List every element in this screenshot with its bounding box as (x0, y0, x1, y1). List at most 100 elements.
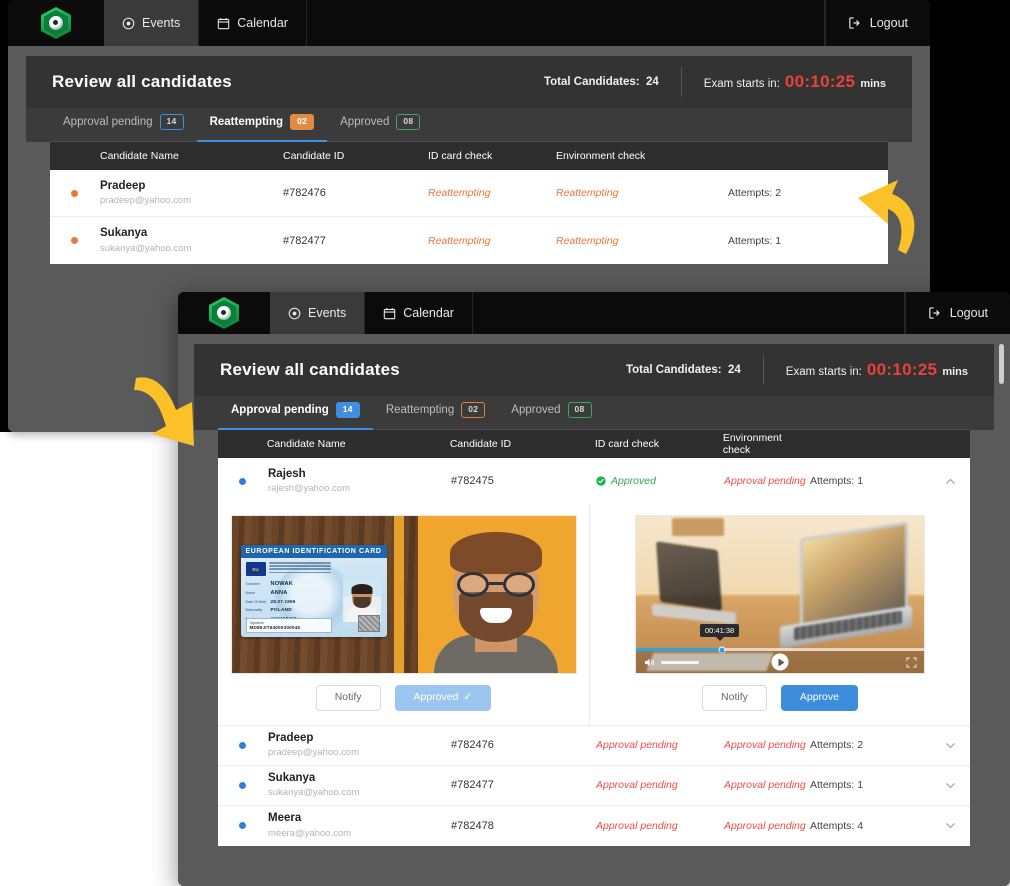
candidate-name-cell: Sukanya sukanya@yahoo.com (98, 226, 283, 255)
front-page-body: Review all candidates Total Candidates: … (178, 334, 1010, 886)
total-candidates: Total Candidates: 24 (544, 76, 681, 88)
back-table-header: Candidate Name Candidate ID ID card chec… (50, 142, 888, 170)
table-row[interactable]: Rajesh rajesh@yahoo.com #782475 Approved (218, 458, 970, 504)
tab-reattempting[interactable]: Reattempting 02 (373, 396, 498, 430)
candidate-email: rajesh@yahoo.com (268, 483, 350, 495)
back-content-card: Review all candidates Total Candidates: … (26, 56, 912, 264)
page-scrollbar[interactable] (999, 342, 1004, 886)
table-row[interactable]: Pradeep pradeep@yahoo.com #782476 Reatte… (50, 170, 888, 217)
status-dot-icon (238, 822, 246, 830)
front-header-bar: Review all candidates Total Candidates: … (194, 344, 994, 396)
table-row[interactable]: Sukanya sukanya@yahoo.com #782477 Approv… (218, 765, 970, 806)
id-card-signature: Signature MD86JIT64000300045 (245, 618, 332, 633)
volume-slider[interactable] (661, 660, 699, 664)
tab-reattempting[interactable]: Reattempting 02 (196, 108, 328, 142)
candidate-email: sukanya@yahoo.com (100, 242, 192, 254)
id-card-status: Reattempting (428, 187, 491, 199)
candidate-id: #782475 (451, 475, 494, 487)
play-icon[interactable] (771, 653, 789, 671)
id-card-status: Approval pending (596, 779, 678, 792)
tab-approved-badge: 08 (396, 114, 421, 130)
id-card-artwork: EUROPEAN IDENTIFICATION CARD EU Surname N… (240, 545, 387, 637)
video-controls (636, 651, 924, 673)
environment-status: Approval pending (724, 739, 806, 752)
environment-status: Reattempting (556, 234, 619, 247)
notify-button-environment-label: Notify (721, 691, 748, 703)
tab-approval-pending-badge: 14 (335, 402, 360, 418)
id-card-field: Nationality POLAND (246, 608, 332, 613)
navbar-spacer (307, 0, 825, 46)
screenshot-stage: Events Calendar Logout Review all candid… (0, 0, 1010, 886)
environment-status: Approval pending (724, 819, 806, 832)
scrollbar-thumb[interactable] (999, 344, 1004, 384)
check-circle-icon (596, 476, 606, 486)
expand-row-button[interactable] (930, 779, 970, 792)
id-card-actions: Notify Approved ✓ (315, 685, 492, 711)
total-candidates-label: Total Candidates: (625, 364, 722, 376)
id-card-signature-value: MD86JIT64000300045 (249, 624, 301, 630)
id-card-field-key: Nationality (245, 607, 263, 612)
hex-eye-logo-icon (209, 297, 239, 329)
id-card-images[interactable]: EUROPEAN IDENTIFICATION CARD EU Surname N… (231, 516, 576, 673)
tab-reattempting-badge: 02 (461, 402, 486, 418)
exam-timer-unit: mins (942, 366, 968, 378)
app-logo[interactable] (178, 292, 270, 334)
id-card-photo: EUROPEAN IDENTIFICATION CARD EU Surname N… (231, 516, 404, 673)
candidate-name: Pradeep (100, 179, 146, 192)
volume-icon[interactable] (643, 656, 656, 669)
nav-tab-events[interactable]: Events (270, 292, 366, 334)
candidate-name: Rajesh (268, 467, 306, 480)
id-card-subtext (268, 562, 331, 575)
environment-status: Approval pending (724, 779, 806, 792)
approve-button-environment[interactable]: Approve (780, 685, 858, 711)
back-tabs: Approval pending 14 Reattempting 02 Appr… (26, 108, 912, 142)
front-navbar: Events Calendar Logout (178, 292, 1010, 334)
eu-flag-label: EU (252, 566, 259, 572)
nav-tab-events[interactable]: Events (104, 0, 200, 46)
back-candidates-table: Candidate Name Candidate ID ID card chec… (50, 142, 888, 264)
tab-approved[interactable]: Approved 08 (498, 396, 604, 430)
exam-timer: Exam starts in: 00:10:25 mins (682, 72, 886, 92)
attempts-count: Attempts: 4 (810, 819, 864, 832)
candidate-id: #782477 (451, 779, 494, 792)
exam-timer-value: 00:10:25 (784, 72, 856, 91)
candidate-name-cell: Sukanya sukanya@yahoo.com (266, 771, 451, 800)
candidate-email: sukanya@yahoo.com (268, 787, 360, 799)
back-navbar: Events Calendar Logout (8, 0, 930, 46)
table-row[interactable]: Pradeep pradeep@yahoo.com #782476 Approv… (218, 725, 970, 766)
candidate-id: #782476 (451, 739, 494, 752)
calendar-icon (217, 17, 230, 30)
status-dot-cell (218, 822, 266, 830)
logout-button[interactable]: Logout (904, 292, 1010, 334)
candidate-name-cell: Meera meera@yahoo.com (266, 811, 451, 840)
logout-button[interactable]: Logout (824, 0, 930, 46)
tab-approval-pending[interactable]: Approval pending 14 (50, 108, 197, 142)
expand-row-button[interactable] (930, 819, 970, 832)
expand-row-button[interactable] (930, 739, 970, 752)
candidate-email: pradeep@yahoo.com (100, 195, 191, 207)
nav-tab-calendar[interactable]: Calendar (365, 292, 473, 334)
collapse-row-button[interactable] (930, 475, 970, 488)
id-card-field-value: ANNA (270, 590, 288, 597)
exam-timer-label: Exam starts in: (703, 78, 780, 90)
nav-tab-calendar[interactable]: Calendar (199, 0, 307, 46)
logout-icon (928, 306, 942, 320)
notify-button-idcard[interactable]: Notify (315, 685, 381, 711)
table-row[interactable]: Sukanya sukanya@yahoo.com #782477 Reatte… (50, 217, 888, 264)
approved-button-idcard-label: Approved (413, 691, 459, 703)
environment-video-player[interactable]: 00:41:38 (636, 516, 924, 673)
tab-approved[interactable]: Approved 08 (327, 108, 433, 142)
candidate-selfie-photo (403, 516, 576, 673)
fullscreen-icon[interactable] (906, 657, 917, 668)
id-card-chip-icon (357, 615, 380, 632)
id-card-field: Date Of Birth 28.07.1995 (246, 599, 332, 604)
approved-button-idcard[interactable]: Approved ✓ (394, 685, 492, 711)
video-timestamp: 00:41:38 (700, 624, 740, 641)
tab-approval-pending[interactable]: Approval pending 14 (218, 396, 373, 430)
table-row[interactable]: Meera meera@yahoo.com #782478 Approval p… (218, 805, 970, 846)
status-dot-cell (218, 781, 266, 789)
total-candidates-label: Total Candidates: (543, 76, 640, 88)
app-logo[interactable] (8, 0, 104, 46)
notify-button-environment[interactable]: Notify (702, 685, 767, 711)
total-candidates-value: 24 (646, 76, 659, 88)
